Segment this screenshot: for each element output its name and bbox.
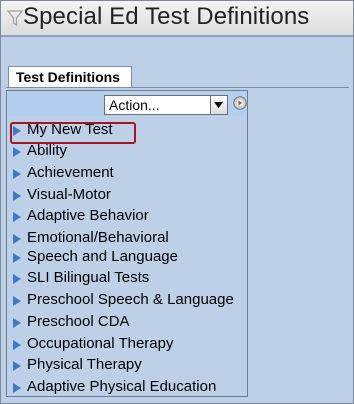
action-select[interactable]: Action... xyxy=(104,95,228,115)
expand-arrow-icon[interactable] xyxy=(13,253,21,263)
expand-arrow-icon[interactable] xyxy=(13,340,21,350)
page-title: Special Ed Test Definitions xyxy=(23,3,310,30)
expand-arrow-icon[interactable] xyxy=(13,361,21,371)
tab-divider xyxy=(6,87,349,88)
list-item-label: Visual-Motor xyxy=(27,186,111,203)
expand-arrow-icon[interactable] xyxy=(13,318,21,328)
selected-item-highlight xyxy=(10,122,136,144)
list-item-label: Adaptive Physical Education xyxy=(27,378,217,395)
list-item-label: Preschool CDA xyxy=(27,313,130,330)
list-item-label: Physical Therapy xyxy=(27,356,142,373)
list-item-label: Achievement xyxy=(27,164,114,181)
list-item-label: Occupational Therapy xyxy=(27,335,174,352)
expand-arrow-icon[interactable] xyxy=(13,147,21,157)
action-select-value: Action... xyxy=(109,97,160,113)
go-circle-icon[interactable] xyxy=(233,96,247,110)
app-window: Special Ed Test Definitions Test Definit… xyxy=(0,0,354,404)
expand-arrow-icon[interactable] xyxy=(13,274,21,284)
tab-label: Test Definitions xyxy=(16,69,120,85)
funnel-icon[interactable] xyxy=(6,9,24,27)
expand-arrow-icon[interactable] xyxy=(13,383,21,393)
list-item-label: SLI Bilingual Tests xyxy=(27,269,150,286)
expand-arrow-icon[interactable] xyxy=(13,191,21,201)
expand-arrow-icon[interactable] xyxy=(13,169,21,179)
expand-arrow-icon[interactable] xyxy=(13,212,21,222)
list-item-label: Emotional/Behavioral xyxy=(27,229,169,246)
tab-test-definitions[interactable]: Test Definitions xyxy=(8,66,132,88)
list-item-label: Adaptive Behavior xyxy=(27,207,149,224)
title-divider xyxy=(1,35,353,37)
list-item-label: Speech and Language xyxy=(27,248,178,265)
panel-toolbar: Action... xyxy=(8,92,247,116)
list-item-label: Ability xyxy=(27,142,68,159)
expand-arrow-icon[interactable] xyxy=(13,296,21,306)
title-bar: Special Ed Test Definitions xyxy=(1,1,353,36)
chevron-down-icon[interactable] xyxy=(210,96,227,114)
list-item-label: Preschool Speech & Language xyxy=(27,291,234,308)
test-definitions-panel: Action... My New Test Ability Achievemen… xyxy=(6,90,248,397)
expand-arrow-icon[interactable] xyxy=(13,234,21,244)
